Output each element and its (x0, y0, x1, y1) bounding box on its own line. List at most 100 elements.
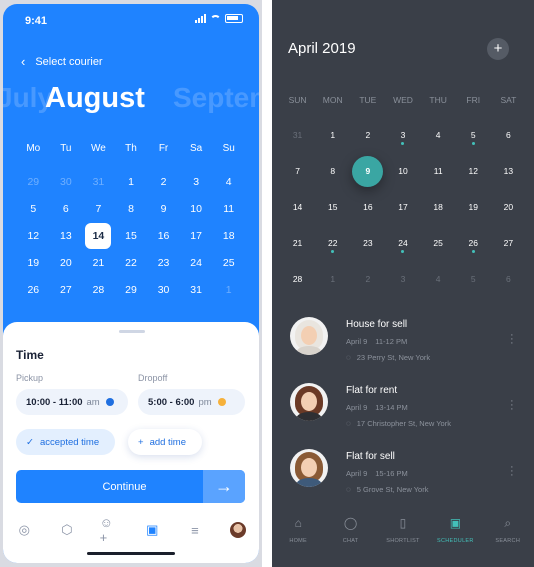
day-cell[interactable]: 15 (115, 230, 148, 242)
tab-chat[interactable]: ◯ CHAT (325, 516, 377, 556)
appointment-item[interactable]: House for sell April 9 11-12 PM ◌ 23 Perry S… (290, 317, 520, 387)
tab-scheduler[interactable]: ▣ SCHEDULER (429, 516, 481, 556)
day-cell[interactable]: 5 (17, 203, 50, 215)
day-cell[interactable]: 8 (315, 166, 350, 176)
menu-icon[interactable]: ≡ (185, 520, 205, 540)
day-cell[interactable]: 23 (147, 257, 180, 269)
month-next[interactable]: September (173, 82, 259, 114)
day-cell[interactable]: 18 (421, 202, 456, 212)
day-cell[interactable]: 16 (350, 202, 385, 212)
more-options-icon[interactable]: · · · (510, 330, 520, 349)
day-cell[interactable]: 14 (280, 202, 315, 212)
back-chevron-icon[interactable]: ‹ (21, 54, 25, 69)
day-cell[interactable]: 13 (50, 230, 83, 242)
day-cell[interactable]: 31 (280, 130, 315, 140)
day-cell[interactable]: 25 (212, 257, 245, 269)
day-cell[interactable]: 5 (456, 130, 491, 145)
day-cell[interactable]: 27 (491, 238, 526, 248)
add-time-button[interactable]: + add time (128, 429, 202, 455)
day-cell[interactable]: 12 (17, 230, 50, 242)
day-cell[interactable]: 24 (180, 257, 213, 269)
day-cell[interactable]: 28 (82, 284, 115, 296)
day-cell[interactable]: 29 (17, 176, 50, 188)
day-cell[interactable]: 29 (115, 284, 148, 296)
day-cell[interactable]: 2 (350, 274, 385, 284)
day-cell[interactable]: 6 (491, 130, 526, 140)
day-cell[interactable]: 3 (180, 176, 213, 188)
dropoff-time-field[interactable]: 5:00 - 6:00 pm (138, 389, 245, 415)
day-cell[interactable]: 18 (212, 230, 245, 242)
more-options-icon[interactable]: · · · (510, 462, 520, 481)
day-cell[interactable]: 14 (82, 222, 115, 249)
day-cell[interactable]: 21 (280, 238, 315, 248)
day-cell[interactable]: 1 (315, 130, 350, 140)
day-cell[interactable]: 20 (50, 257, 83, 269)
selected-day[interactable]: 14 (85, 222, 112, 249)
day-cell[interactable]: 30 (147, 284, 180, 296)
day-cell[interactable]: 4 (212, 176, 245, 188)
day-cell[interactable]: 7 (280, 166, 315, 176)
tab-shortlist[interactable]: ▯ SHORTLIST (377, 516, 429, 556)
day-cell[interactable]: 2 (350, 130, 385, 140)
day-cell[interactable]: 26 (17, 284, 50, 296)
profile-avatar[interactable] (228, 520, 248, 540)
day-cell[interactable]: 13 (491, 166, 526, 176)
day-cell[interactable]: 1 (212, 284, 245, 296)
day-cell[interactable]: 19 (456, 202, 491, 212)
day-cell[interactable]: 3 (385, 274, 420, 284)
pickup-time-field[interactable]: 10:00 - 11:00 am (16, 389, 128, 415)
day-cell[interactable]: 8 (115, 203, 148, 215)
day-cell[interactable]: 22 (315, 238, 350, 253)
tab-search[interactable]: ⌕ SEARCH (482, 516, 534, 556)
day-cell[interactable]: 1 (115, 176, 148, 188)
day-cell[interactable]: 6 (50, 203, 83, 215)
day-cell[interactable]: 9 (350, 155, 385, 187)
day-cell[interactable]: 16 (147, 230, 180, 242)
day-cell[interactable]: 30 (50, 176, 83, 188)
day-cell[interactable]: 11 (212, 203, 245, 215)
day-cell[interactable]: 17 (180, 230, 213, 242)
continue-button[interactable]: Continue → (16, 470, 245, 503)
day-cell[interactable]: 6 (491, 274, 526, 284)
sheet-handle[interactable] (119, 330, 145, 333)
day-cell[interactable]: 4 (421, 130, 456, 140)
day-cell[interactable]: 4 (421, 274, 456, 284)
day-cell[interactable]: 28 (280, 274, 315, 284)
day-cell[interactable]: 11 (421, 166, 456, 176)
day-cell[interactable]: 26 (456, 238, 491, 253)
day-cell[interactable]: 25 (421, 238, 456, 248)
day-cell[interactable]: 31 (82, 176, 115, 188)
day-cell[interactable]: 17 (385, 202, 420, 212)
day-cell[interactable]: 9 (147, 203, 180, 215)
selected-day[interactable]: 9 (352, 155, 384, 187)
day-cell[interactable]: 10 (385, 166, 420, 176)
accepted-time-chip[interactable]: ✓ accepted time (16, 429, 115, 455)
day-cell[interactable]: 24 (385, 238, 420, 253)
add-event-button[interactable]: + (487, 38, 509, 60)
day-cell[interactable]: 2 (147, 176, 180, 188)
day-cell[interactable]: 12 (456, 166, 491, 176)
compass-icon[interactable]: ◎ (14, 520, 34, 540)
day-cell[interactable]: 19 (17, 257, 50, 269)
day-cell[interactable]: 3 (385, 130, 420, 145)
calendar-icon[interactable]: ▣ (142, 520, 162, 540)
day-cell[interactable]: 23 (350, 238, 385, 248)
appointment-item[interactable]: Flat for rent April 9 13-14 PM ◌ 17 Christop… (290, 383, 520, 453)
add-user-icon[interactable]: ☺+ (100, 515, 120, 545)
day-cell[interactable]: 21 (82, 257, 115, 269)
day-cell[interactable]: 1 (315, 274, 350, 284)
tab-home[interactable]: ⌂ HOME (272, 516, 324, 556)
day-cell[interactable]: 22 (115, 257, 148, 269)
appointment-item[interactable]: Flat for sell April 9 15-16 PM ◌ 5 Grove St,… (290, 449, 520, 519)
more-options-icon[interactable]: · · · (510, 396, 520, 415)
day-cell[interactable]: 15 (315, 202, 350, 212)
box-icon[interactable]: ⬡ (57, 520, 77, 540)
day-cell[interactable]: 10 (180, 203, 213, 215)
month-carousel[interactable]: July August September (3, 82, 259, 118)
day-cell[interactable]: 27 (50, 284, 83, 296)
day-cell[interactable]: 7 (82, 203, 115, 215)
day-cell[interactable]: 31 (180, 284, 213, 296)
day-cell[interactable]: 20 (491, 202, 526, 212)
weekday-label: Tu (60, 143, 72, 154)
day-cell[interactable]: 5 (456, 274, 491, 284)
